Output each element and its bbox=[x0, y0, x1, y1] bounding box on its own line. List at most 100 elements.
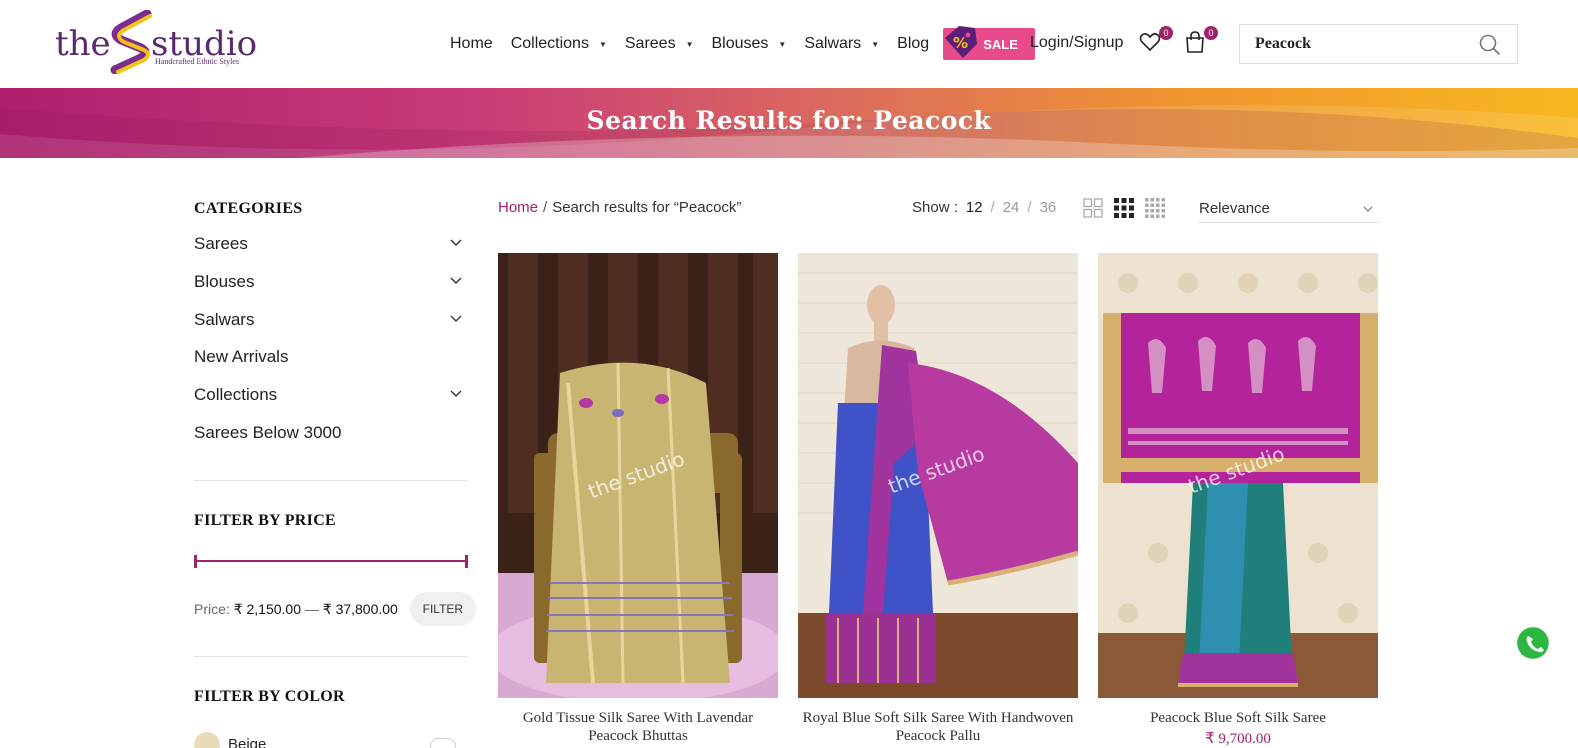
show-option-24[interactable]: 24 bbox=[1003, 199, 1020, 216]
chevron-down-icon[interactable] bbox=[450, 313, 462, 323]
caret-down-icon: ▼ bbox=[778, 39, 787, 49]
sale-label: SALE bbox=[983, 37, 1018, 52]
product-card: the studio Gold Tissue Silk Saree With L… bbox=[498, 253, 778, 745]
product-image[interactable]: the studio bbox=[798, 253, 1078, 698]
price-max-value: ₹ 37,800.00 bbox=[322, 600, 398, 617]
nav-home[interactable]: Home bbox=[450, 35, 493, 53]
color-item-beige[interactable]: Beige bbox=[194, 732, 468, 748]
product-card: the studio Peacock Blue Soft Silk Saree … bbox=[1098, 253, 1378, 748]
categories-heading: CATEGORIES bbox=[194, 200, 303, 217]
nav-collections-label: Collections bbox=[510, 35, 589, 52]
nav-salwars[interactable]: Salwars ▼ bbox=[804, 35, 879, 53]
nav-blog-label: Blog bbox=[897, 35, 930, 52]
chevron-down-icon[interactable] bbox=[450, 388, 462, 398]
logo-s-mark bbox=[110, 10, 152, 74]
filter-sidebar: CATEGORIES Sarees Blouses Salwars New Ar… bbox=[194, 190, 476, 748]
login-signup-link[interactable]: Login/Signup bbox=[1030, 34, 1123, 52]
grid-2-icon[interactable] bbox=[1083, 198, 1103, 218]
per-page-selector: Show : 12 / 24 / 36 bbox=[912, 199, 1056, 216]
page-title: Search Results for: Peacock bbox=[586, 106, 992, 135]
nav-blouses-label: Blouses bbox=[711, 35, 769, 52]
product-image[interactable]: the studio bbox=[498, 253, 778, 698]
product-title[interactable]: Peacock Blue Soft Silk Saree bbox=[1098, 709, 1378, 727]
breadcrumb-home-link[interactable]: Home bbox=[498, 199, 538, 216]
main-nav: Home Collections ▼ Sarees ▼ Blouses ▼ Sa… bbox=[450, 26, 1059, 62]
nav-sarees-label: Sarees bbox=[624, 35, 676, 52]
category-item-new-arrivals[interactable]: New Arrivals bbox=[194, 347, 468, 385]
logo-tagline: Handcrafted Ethnic Styles bbox=[155, 57, 239, 66]
show-option-12[interactable]: 12 bbox=[966, 199, 983, 216]
category-item-collections[interactable]: Collections bbox=[194, 385, 468, 423]
category-label: Blouses bbox=[194, 271, 255, 291]
price-label: Price: bbox=[194, 600, 230, 617]
nav-sarees[interactable]: Sarees ▼ bbox=[625, 35, 694, 53]
nav-collections[interactable]: Collections ▼ bbox=[511, 35, 607, 53]
nav-home-label: Home bbox=[450, 35, 493, 52]
category-label: Collections bbox=[194, 385, 278, 405]
percent-tag-icon: % bbox=[945, 26, 978, 58]
color-label: Beige bbox=[228, 736, 267, 748]
sidebar-divider bbox=[194, 656, 468, 657]
product-title[interactable]: Gold Tissue Silk Saree With Lavendar Pea… bbox=[498, 709, 778, 745]
search-icon[interactable] bbox=[1479, 34, 1501, 56]
price-range-track bbox=[194, 560, 468, 562]
site-logo[interactable]: the studio Handcrafted Ethnic Styles bbox=[55, 10, 257, 78]
price-row: Price: ₹ 2,150.00 — ₹ 37,800.00 FILTER bbox=[194, 592, 476, 626]
page-title-banner: Search Results for: Peacock bbox=[0, 88, 1578, 158]
category-list: Sarees Blouses Salwars New Arrivals Coll… bbox=[194, 234, 468, 461]
color-swatch bbox=[194, 732, 220, 748]
category-label: Sarees Below 3000 bbox=[194, 422, 342, 442]
cart-count-badge: 0 bbox=[1204, 26, 1218, 40]
logo-text-the: the bbox=[55, 24, 111, 64]
price-min-handle[interactable] bbox=[194, 555, 197, 568]
show-option-36[interactable]: 36 bbox=[1040, 199, 1057, 216]
category-label: New Arrivals bbox=[194, 347, 289, 367]
product-title[interactable]: Royal Blue Soft Silk Saree With Handwove… bbox=[798, 709, 1078, 745]
color-filter-heading: FILTER BY COLOR bbox=[194, 688, 345, 705]
price-filter-heading: FILTER BY PRICE bbox=[194, 512, 337, 529]
price-dash: — bbox=[304, 600, 319, 617]
show-label: Show : bbox=[912, 199, 958, 216]
price-max-handle[interactable] bbox=[465, 555, 468, 568]
wishlist-count-badge: 0 bbox=[1159, 26, 1173, 40]
grid-3-icon[interactable] bbox=[1114, 198, 1134, 218]
nav-blog[interactable]: Blog bbox=[897, 35, 929, 53]
whatsapp-icon[interactable] bbox=[1513, 623, 1555, 665]
nav-blouses[interactable]: Blouses ▼ bbox=[712, 35, 787, 53]
category-item-blouses[interactable]: Blouses bbox=[194, 272, 468, 310]
breadcrumb: Home / Search results for “Peacock” bbox=[498, 199, 741, 216]
chevron-down-icon[interactable] bbox=[450, 237, 462, 247]
wishlist-button[interactable]: 0 bbox=[1138, 26, 1173, 56]
grid-4-icon[interactable] bbox=[1145, 198, 1165, 218]
product-price: ₹ 9,700.00 bbox=[1205, 731, 1271, 747]
price-range-text: Price: ₹ 2,150.00 — ₹ 37,800.00 bbox=[194, 601, 398, 618]
search-input[interactable] bbox=[1240, 26, 1470, 62]
category-item-sarees[interactable]: Sarees bbox=[194, 234, 468, 272]
breadcrumb-current: Search results for “Peacock” bbox=[552, 199, 742, 216]
category-label: Sarees bbox=[194, 234, 248, 253]
chevron-down-icon bbox=[1363, 206, 1373, 212]
breadcrumb-separator: / bbox=[543, 199, 548, 216]
sort-select[interactable]: Relevance bbox=[1198, 195, 1379, 223]
caret-down-icon: ▼ bbox=[871, 39, 880, 49]
product-card: the studio Royal Blue Soft Silk Saree Wi… bbox=[798, 253, 1078, 745]
category-item-salwars[interactable]: Salwars bbox=[194, 310, 468, 348]
product-image[interactable]: the studio bbox=[1098, 253, 1378, 698]
nav-salwars-label: Salwars bbox=[804, 35, 862, 52]
sidebar-divider bbox=[194, 480, 468, 481]
svg-text:%: % bbox=[953, 34, 968, 52]
sale-button[interactable]: % SALE bbox=[943, 26, 1036, 60]
caret-down-icon: ▼ bbox=[685, 39, 694, 49]
price-min-value: ₹ 2,150.00 bbox=[233, 600, 301, 617]
category-item-sarees-below-3000[interactable]: Sarees Below 3000 bbox=[194, 423, 468, 461]
search-form bbox=[1239, 24, 1518, 64]
price-range-slider[interactable] bbox=[194, 555, 468, 568]
sort-selected-value: Relevance bbox=[1199, 200, 1270, 217]
chevron-down-icon[interactable] bbox=[450, 275, 462, 285]
color-count-badge bbox=[430, 738, 456, 748]
site-header: the studio Handcrafted Ethnic Styles Hom… bbox=[0, 0, 1578, 88]
price-filter-button[interactable]: FILTER bbox=[409, 592, 476, 626]
cart-button[interactable]: 0 bbox=[1183, 26, 1218, 56]
category-label: Salwars bbox=[194, 309, 255, 329]
show-separator: / bbox=[1027, 199, 1032, 216]
